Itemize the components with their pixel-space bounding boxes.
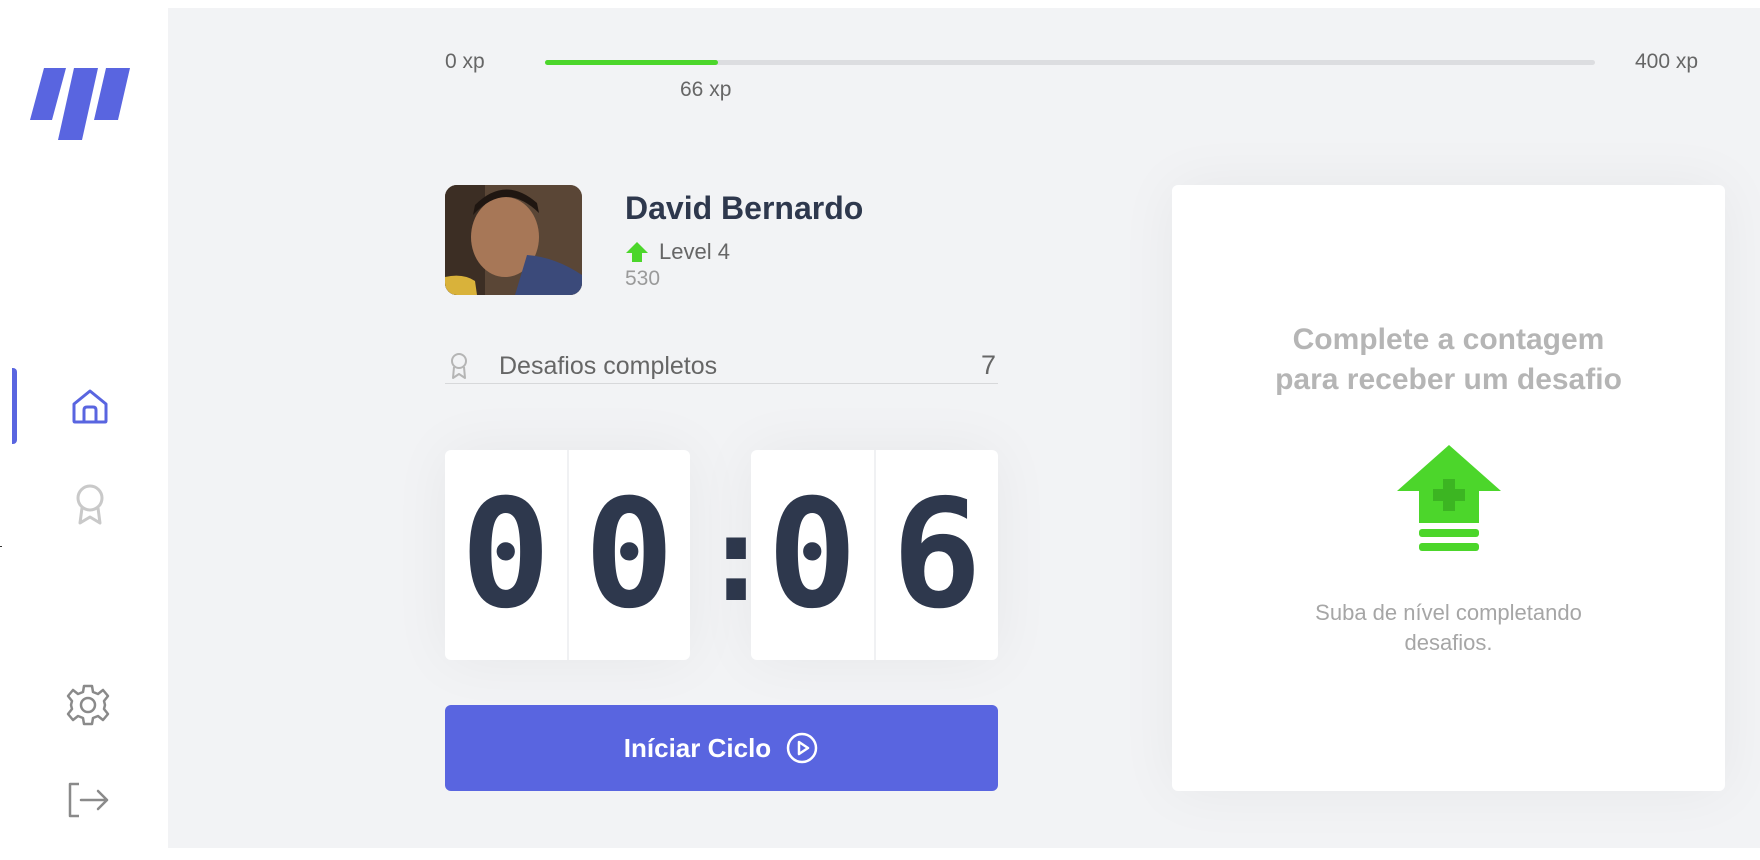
start-cycle-button[interactable]: Iníciar Ciclo xyxy=(445,705,998,791)
active-nav-indicator xyxy=(12,368,17,444)
sidebar xyxy=(0,0,168,860)
nav-home-button[interactable] xyxy=(60,376,120,436)
nav-leaderboard-button[interactable] xyxy=(60,475,120,535)
minutes-units-digit: 0 xyxy=(566,450,691,660)
home-icon xyxy=(72,389,108,424)
level-row: Level 4 xyxy=(625,239,730,265)
nav-logout-button[interactable] xyxy=(58,770,118,830)
completed-challenges: Desafios completos 7 xyxy=(445,348,998,384)
gear-icon xyxy=(66,684,110,726)
total-xp: 530 xyxy=(625,267,661,290)
nav-settings-button[interactable] xyxy=(58,675,118,735)
xp-max-label: 400 xp xyxy=(1635,50,1699,73)
start-cycle-label: Iníciar Ciclo xyxy=(623,732,772,763)
seconds-units-digit: 6 xyxy=(873,450,999,660)
xp-min-label: 0 xp xyxy=(445,50,485,73)
completed-challenges-count: 7 xyxy=(980,350,996,380)
challenge-box-title: Complete a contagem para receber um desa… xyxy=(1212,320,1685,400)
experience-bar xyxy=(545,60,1595,65)
level-label: Level 4 xyxy=(659,239,730,264)
level-up-arrow-icon xyxy=(626,242,648,262)
divider-mark xyxy=(0,546,2,547)
challenge-box: Complete a contagem para receber um desa… xyxy=(1172,185,1725,791)
avatar xyxy=(445,185,582,295)
seconds-tens-digit: 0 xyxy=(767,468,858,642)
play-circle-icon xyxy=(786,732,818,764)
challenge-hint-line-2: desafios. xyxy=(1404,630,1493,655)
award-icon xyxy=(76,484,104,525)
minutes-tens-digit: 0 xyxy=(460,468,551,642)
level-up-icon xyxy=(1397,445,1501,551)
challenge-hint-line-1: Suba de nível completando xyxy=(1315,600,1582,625)
profile-name: David Bernardo xyxy=(625,190,864,226)
xp-current-label: 66 xp xyxy=(680,78,732,101)
challenge-box-hint: Suba de nível completando desafios. xyxy=(1252,598,1645,658)
challenge-title-line-2: para receber um desafio xyxy=(1275,363,1622,396)
countdown-minutes: 0 0 xyxy=(445,450,690,660)
award-icon xyxy=(451,353,467,379)
logout-icon xyxy=(68,782,109,818)
avatar-image xyxy=(445,185,582,295)
completed-challenges-label: Desafios completos xyxy=(499,352,718,380)
logo-icon xyxy=(30,68,130,140)
experience-bar-fill xyxy=(545,60,719,65)
challenge-title-line-1: Complete a contagem xyxy=(1292,323,1605,356)
countdown-seconds: 0 6 xyxy=(751,450,998,660)
